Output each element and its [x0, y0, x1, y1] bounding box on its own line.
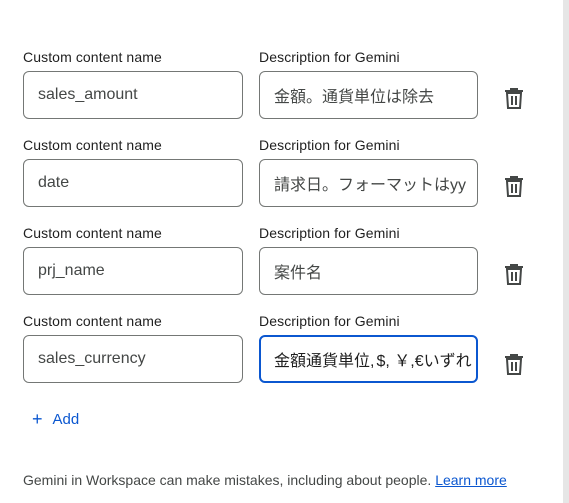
trash-icon — [505, 88, 523, 109]
custom-content-name-label: Custom content name — [23, 225, 162, 241]
input-value: prj_name — [38, 262, 105, 279]
add-button[interactable]: + Add — [32, 404, 79, 434]
input-value: 金額。通貨単位は除去 — [274, 89, 435, 106]
input-value: 請求日。フォーマットはyy — [274, 177, 467, 194]
description-input[interactable]: 金額。通貨単位は除去 — [259, 71, 478, 119]
description-input[interactable]: 請求日。フォーマットはyy — [259, 159, 478, 207]
trash-icon — [505, 176, 523, 197]
description-input[interactable]: 案件名 — [259, 247, 478, 295]
custom-content-name-label: Custom content name — [23, 137, 162, 153]
disclaimer-text: Gemini in Workspace can make mistakes, i… — [23, 472, 436, 488]
trash-icon — [505, 354, 523, 375]
input-value-after-caret: $, ￥,€いずれ — [376, 353, 472, 370]
description-label: Description for Gemini — [259, 313, 400, 329]
trash-icon — [505, 264, 523, 285]
custom-content-name-label: Custom content name — [23, 313, 162, 329]
custom-content-name-label: Custom content name — [23, 49, 162, 65]
custom-content-name-input[interactable]: sales_currency — [23, 335, 243, 383]
plus-icon: + — [32, 409, 43, 429]
disclaimer: Gemini in Workspace can make mistakes, i… — [23, 472, 507, 488]
custom-content-row: Custom content name Description for Gemi… — [0, 137, 560, 225]
description-input-focused[interactable]: 金額通貨単位, $, ￥,€いずれ — [259, 335, 478, 383]
custom-content-row: Custom content name Description for Gemi… — [0, 225, 560, 313]
delete-button[interactable] — [502, 352, 526, 376]
custom-content-name-input[interactable]: sales_amount — [23, 71, 243, 119]
description-label: Description for Gemini — [259, 137, 400, 153]
delete-button[interactable] — [502, 86, 526, 110]
description-label: Description for Gemini — [259, 49, 400, 65]
input-value: sales_currency — [38, 350, 146, 367]
custom-content-row: Custom content name Description for Gemi… — [0, 313, 560, 401]
custom-content-name-input[interactable]: prj_name — [23, 247, 243, 295]
scrollbar[interactable] — [563, 0, 569, 503]
delete-button[interactable] — [502, 262, 526, 286]
input-value-before-caret: 金額通貨単位, — [274, 353, 375, 370]
description-label: Description for Gemini — [259, 225, 400, 241]
input-value: date — [38, 174, 70, 191]
custom-content-panel: Custom content name Description for Gemi… — [0, 0, 569, 503]
learn-more-link[interactable]: Learn more — [435, 472, 507, 488]
custom-content-row: Custom content name Description for Gemi… — [0, 49, 560, 137]
add-button-label: Add — [52, 410, 80, 428]
input-value: sales_amount — [38, 86, 138, 103]
input-value: 案件名 — [274, 265, 323, 282]
delete-button[interactable] — [502, 174, 526, 198]
custom-content-name-input[interactable]: date — [23, 159, 243, 207]
